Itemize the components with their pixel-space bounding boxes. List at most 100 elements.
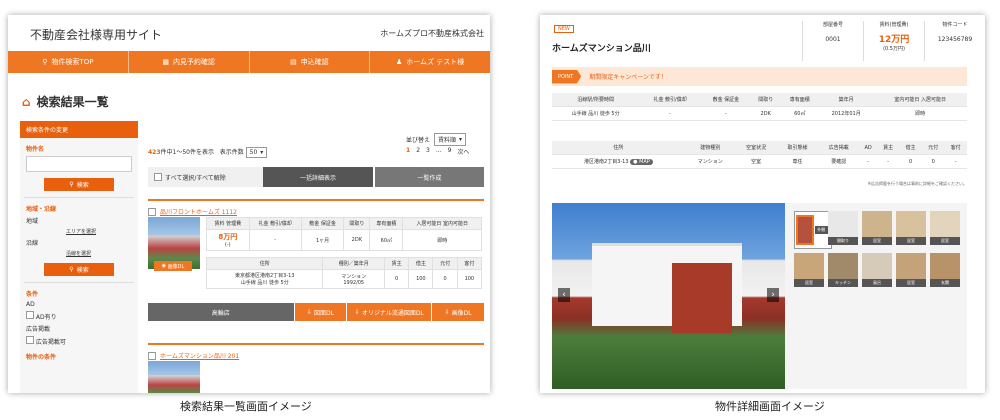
home-icon: ⌂ [22,94,31,109]
nav-user[interactable]: ♟ ホームズ テスト様 [370,51,490,73]
chevron-down-icon: ▾ [459,136,463,143]
conditions-label: 条件 [26,291,39,298]
thumbnail-grid: 外観 間取り 居室 居室 居室 居室 キッチン 風呂 居室 玄関 [794,211,964,287]
download-icon: ⇩ [354,308,360,316]
room-number: 部屋番号 0001 [802,21,863,61]
area-select-link[interactable]: エリアを選択 [66,228,138,235]
property-detail-table: 沿線駅/所要時間 礼金 敷引/償却 敷金 保証金 間取り 専有面積 築年月 室内可能日 入居… [552,93,967,121]
thumbnail[interactable]: 外観 [794,211,832,249]
point-text: 期間限定キャンペーンです！ [589,74,667,81]
ad-label: AD [26,301,35,308]
thumbnail[interactable]: 居室 [794,253,824,287]
property-photo[interactable] [148,361,200,393]
listing-checkbox[interactable]: 広告掲載可 [26,336,132,346]
search-button-2[interactable]: ⚲ 検索 [44,263,114,276]
per-page-select[interactable]: 50 ▾ [245,147,268,158]
thumbnail[interactable]: 間取り [828,211,858,245]
point-banner: POINT 期間限定キャンペーンです！ [552,67,967,86]
point-tag: POINT [552,69,582,84]
page-link[interactable]: 2 [416,147,420,156]
property-name-label: 物件名 [26,146,45,153]
region-label: 地域 [26,218,39,225]
nav-application[interactable]: ▤ 申込確認 [250,51,371,73]
sidebar-header: 検索条件の変更 [20,121,138,138]
calendar-icon: ▦ [162,58,169,66]
bulk-detail-button[interactable]: 一括詳細表示 [263,167,373,187]
search-icon: ⚲ [69,181,74,188]
rent-price: 8万円 [218,233,238,241]
pagination: 1 2 3 ... 9 次へ [406,147,469,156]
bulk-action-bar: すべて選択/すべて解除 一括詳細表示 一覧作成 [148,167,484,187]
company-name: ホームズプロ不動産株式会社 [380,29,484,38]
image-download-button[interactable]: ⇩ 画像DL [431,303,484,321]
thumbnail[interactable]: 居室 [896,253,926,287]
nav-search-top[interactable]: ⚲ 物件検索TOP [8,51,129,73]
page-ellipsis: ... [435,147,442,154]
page-link[interactable]: 3 [426,147,430,156]
user-icon: ♟ [395,58,403,66]
search-icon: ⚲ [42,58,48,66]
page-title: ⌂ 検索結果一覧 [22,94,109,110]
left-caption: 検索結果一覧画面イメージ [180,400,312,413]
thumbnail[interactable]: 居室 [930,211,960,245]
property-detail-table-2: 住所 建物種別 空室状況 取引態様 広告掲載 AD 賃主 借主 元付 客付 港区港南2丁目3-13… [552,141,967,169]
divider [24,197,134,198]
sort-select[interactable]: 賃料順 ▾ [434,133,467,146]
property-code: 物件コード 123456789 [924,21,985,61]
camera-icon: ◉ [161,263,167,269]
property-title[interactable]: 品川フロントホームズ 1112 [148,199,484,216]
thumbnail[interactable]: 風呂 [862,253,892,287]
listing-note: ※広告掲載を行う場合は事前に詳細をご確認ください。 [867,181,967,186]
original-floorplan-download-button[interactable]: ⇩ オリジナル流通図面DL [346,303,432,321]
line-select-link[interactable]: 沿線を選択 [66,250,138,257]
checkbox[interactable] [148,207,156,216]
main-photo[interactable]: ‹ › [552,203,785,389]
property-title: ホームズマンション品川 [552,44,651,54]
page-link[interactable]: 9 [448,147,452,156]
new-badge: NEW [554,25,574,33]
page-link[interactable]: 1 [406,147,410,156]
property-detail-screen: NEW ホームズマンション品川 部屋番号 0001 賃料(管理費) 12万円 (0.5… [540,15,985,393]
property-conditions-label: 物件の条件 [26,354,57,361]
photo-download-button[interactable]: ◉ 画像DL [154,261,192,271]
thumbnail[interactable]: キッチン [828,253,858,287]
prev-arrow-icon[interactable]: ‹ [558,288,570,302]
bulk-create-button[interactable]: 一覧作成 [374,167,484,187]
thumbnail[interactable]: 居室 [896,211,926,245]
search-results-screen: 不動産会社様専用サイト ホームズプロ不動産株式会社 ⚲ 物件検索TOP ▦ 内見予約… [8,15,490,393]
nav-viewing[interactable]: ▦ 内見予約確認 [129,51,250,73]
rent: 賃料(管理費) 12万円 (0.5万円) [863,21,924,61]
map-button[interactable]: ● MAP [630,159,653,165]
listing-label: 広告掲載 [26,326,51,333]
divider [24,282,134,283]
photo-gallery: ‹ › 外観 間取り 居室 居室 居室 居室 キッチン 風呂 居室 玄関 [552,203,967,389]
thumbnail[interactable]: 居室 [862,211,892,245]
checkbox[interactable] [148,351,156,360]
ad-checkbox[interactable]: AD有り [26,311,132,321]
site-header: 不動産会社様専用サイト ホームズプロ不動産株式会社 [8,15,490,51]
search-icon: ⚲ [69,266,74,273]
area-label: 地域・沿線 [26,206,57,213]
search-sidebar: 検索条件の変更 物件名 ⚲ 検索 地域・沿線 地域 エリアを選択 沿線 沿線を選択… [20,121,138,393]
property-summary-table: 賃料 管理費 礼金 敷引/償却 敷金 保証金 間取り 専有面積 入居可能日 室内可能日 8… [206,217,482,251]
next-page-link[interactable]: 次へ [457,147,469,156]
select-all-toggle[interactable]: すべて選択/すべて解除 [148,167,264,187]
property-action-bar: 高輪店 ⇩ 図面DL ⇩ オリジナル流通図面DL ⇩ 画像DL [148,303,484,321]
next-arrow-icon[interactable]: › [767,288,779,302]
property-title[interactable]: ホームズマンション品川 201 [148,343,484,360]
branch-button[interactable]: 高輪店 [148,303,294,321]
property-card: 品川フロントホームズ 1112 ◉ 画像DL 賃料 管理費 礼金 敷引/償却 敷金 … [148,199,484,321]
property-info-header: 部屋番号 0001 賃料(管理費) 12万円 (0.5万円) 物件コード 1234567… [802,21,985,61]
thumbnail[interactable]: 玄関 [930,253,960,287]
property-card: ホームズマンション品川 201 [148,343,484,393]
floorplan-download-button[interactable]: ⇩ 図面DL [293,303,347,321]
checkbox[interactable] [26,336,34,344]
chevron-down-icon: ▾ [260,149,264,156]
site-title: 不動産会社様専用サイト [30,28,163,42]
line-label: 沿線 [26,240,39,247]
document-icon: ▤ [290,58,297,66]
property-name-input[interactable] [26,156,132,172]
checkbox [154,173,162,181]
checkbox[interactable] [26,311,34,319]
search-button[interactable]: ⚲ 検索 [44,178,114,191]
